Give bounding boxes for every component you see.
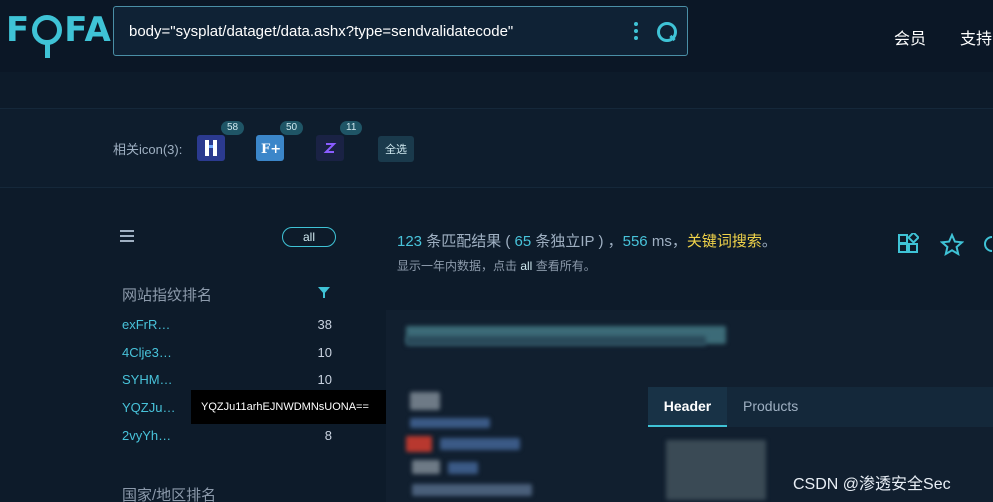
rank-item-name[interactable]: YQZJu… xyxy=(122,400,175,415)
all-filter-button[interactable]: all xyxy=(282,227,336,247)
svg-text:F+: F+ xyxy=(261,142,280,156)
rank-item-count: 38 xyxy=(317,317,332,332)
filter-icon[interactable] xyxy=(318,287,330,299)
rank-item-count: 10 xyxy=(317,372,332,387)
rank-item-name[interactable]: SYHM… xyxy=(122,372,173,387)
icon-count-badge: 11 xyxy=(340,121,363,135)
keyword-end: 。 xyxy=(761,233,777,250)
result-summary: 123 条匹配结果 ( 65 条独立IP ) ，556 ms，关键词搜索。 xyxy=(397,230,777,251)
rank-item-count: 10 xyxy=(317,345,332,360)
tab-products[interactable]: Products xyxy=(743,387,798,427)
icon-count-badge: 50 xyxy=(280,121,304,135)
blurred-line xyxy=(412,460,440,474)
blurred-line xyxy=(410,392,440,410)
result-sub-note: 显示一年内数据，点击 all 查看所有。 xyxy=(397,257,596,274)
search-icon[interactable] xyxy=(655,20,677,42)
nav-support[interactable]: 支持 xyxy=(960,25,992,49)
select-all-button[interactable]: 全选 xyxy=(378,136,414,162)
blurred-line xyxy=(412,484,532,496)
rank-item-tooltip: YQZJu11arhEJNWDMNsUONA== xyxy=(191,390,391,424)
ip-count: 65 xyxy=(514,233,532,250)
rank-item[interactable]: SYHM… 10 xyxy=(122,372,332,390)
nav-member[interactable]: 会员 xyxy=(894,25,926,49)
blurred-block xyxy=(666,440,766,500)
rank-item[interactable]: 4Clje3… 10 xyxy=(122,345,332,363)
grid-add-icon[interactable] xyxy=(897,233,919,255)
sub-suffix: 查看所有。 xyxy=(532,259,596,273)
blurred-subtitle xyxy=(406,336,706,346)
fofa-logo[interactable]: F FA xyxy=(6,10,112,58)
rank-item[interactable]: exFrR… 38 xyxy=(122,317,332,335)
detail-tabs: Header Products xyxy=(648,387,993,427)
sub-prefix: 显示一年内数据，点击 xyxy=(397,259,521,273)
fingerprint-rank-title: 网站指纹排名 xyxy=(122,287,213,304)
left-filter-panel: all 网站指纹排名 exFrR… 38 4Clje3… 10 SYHM… 10… xyxy=(0,200,391,502)
share-icon[interactable] xyxy=(982,233,993,255)
tab-header[interactable]: Header xyxy=(648,387,727,427)
view-all-link[interactable]: all xyxy=(520,259,532,273)
star-icon[interactable] xyxy=(940,233,964,257)
search-box xyxy=(113,6,688,56)
logo-letters-fa: FA xyxy=(64,10,112,50)
blurred-line xyxy=(410,418,490,428)
favicon-1-icon[interactable] xyxy=(197,135,225,161)
country-rank-title: 国家/地区排名 xyxy=(122,487,217,502)
sliders-icon[interactable] xyxy=(120,230,134,242)
blurred-flag xyxy=(406,436,432,452)
ip-suffix: 条独立IP ) ， xyxy=(531,233,623,250)
more-options-icon[interactable] xyxy=(627,20,645,42)
logo-ring-icon xyxy=(32,15,63,58)
query-ms: 556 xyxy=(622,233,648,250)
watermark: CSDN @渗透安全Sec xyxy=(793,476,951,493)
blurred-line xyxy=(440,438,520,450)
search-input[interactable] xyxy=(114,22,627,40)
result-count: 123 xyxy=(397,233,423,250)
related-icons-label: 相关icon(3): xyxy=(113,142,183,157)
keyword-search-link[interactable]: 关键词搜索 xyxy=(687,233,762,250)
favicon-3-icon[interactable] xyxy=(316,135,344,161)
top-header: F FA 会员 支持 xyxy=(0,0,993,72)
ms-suffix: ms， xyxy=(647,233,687,250)
rank-item[interactable]: 2vyYh… 8 xyxy=(122,428,332,446)
rank-item-name[interactable]: exFrR… xyxy=(122,317,170,332)
favicon-2-icon[interactable]: F+ xyxy=(256,135,284,161)
icon-count-badge: 58 xyxy=(221,121,245,135)
rank-item-count: 8 xyxy=(324,428,332,443)
rank-item-name[interactable]: 2vyYh… xyxy=(122,428,171,443)
logo-letter-f: F xyxy=(6,10,31,50)
blurred-line xyxy=(448,462,478,474)
rank-item-name[interactable]: 4Clje3… xyxy=(122,345,172,360)
related-icons-bar: 相关icon(3): 58 50 F+ 11 全选 xyxy=(0,108,993,188)
result-count-suffix: 条匹配结果 ( xyxy=(422,233,515,250)
